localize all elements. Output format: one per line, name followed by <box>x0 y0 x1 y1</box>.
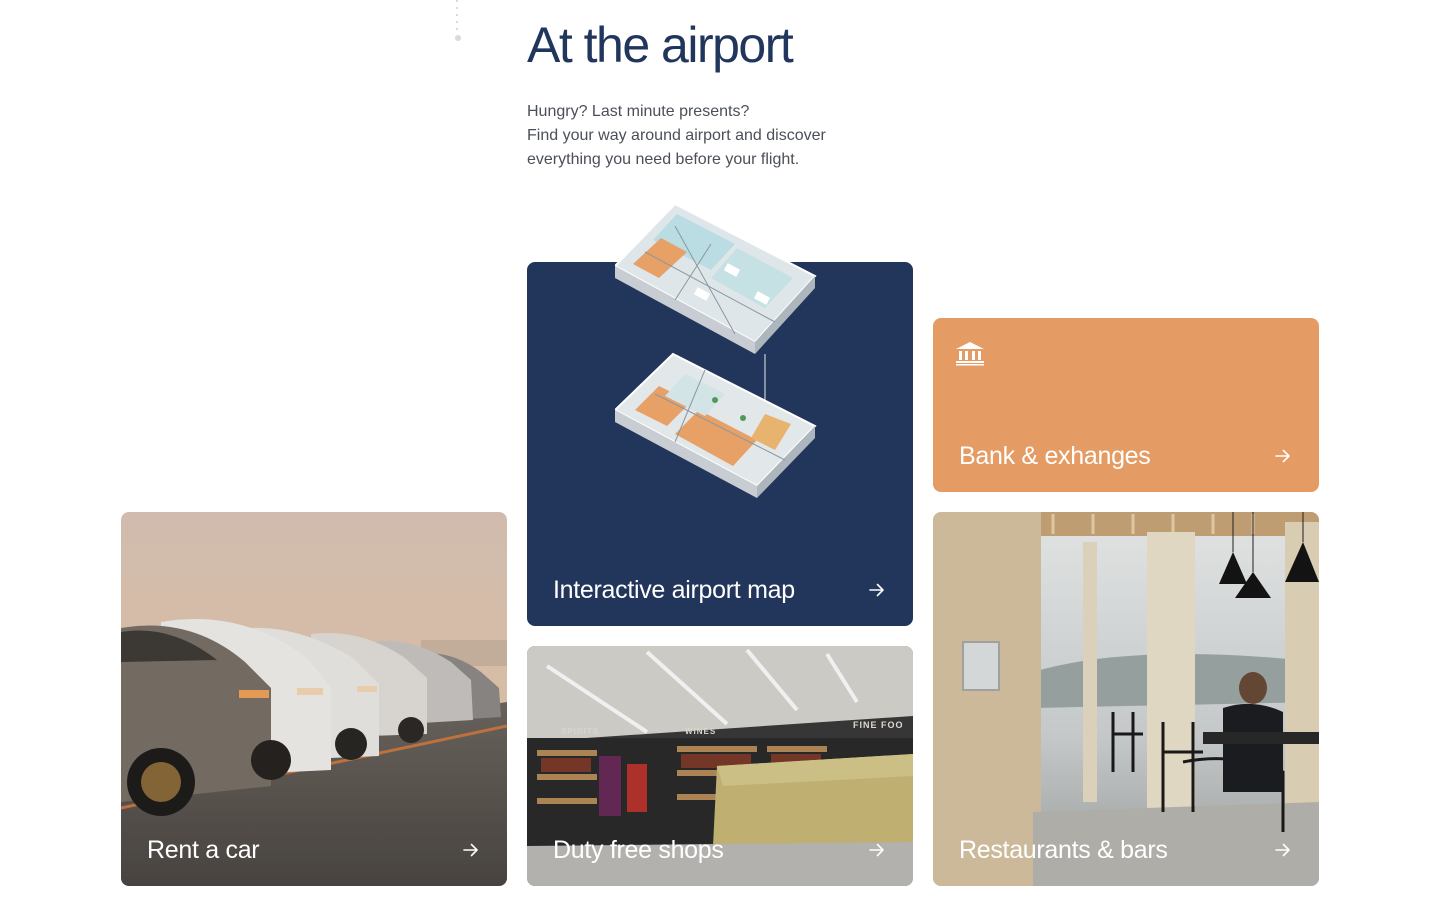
arrow-right-icon <box>869 843 884 857</box>
duty-free-card[interactable]: SPIRITS WINES FINE FOO Duty free shops <box>527 646 913 886</box>
airport-floorplan-illustration <box>615 204 817 498</box>
airport-map-label: Interactive airport map <box>553 576 795 604</box>
rent-a-car-label: Rent a car <box>147 836 260 864</box>
restaurants-card[interactable]: Restaurants & bars <box>933 512 1319 886</box>
intro-line: everything you need before your flight. <box>527 151 800 168</box>
bank-icon <box>956 342 984 366</box>
section-title: At the airport <box>527 17 794 73</box>
airport-map-card[interactable]: Interactive airport map <box>527 204 913 626</box>
decorative-dotted-line <box>455 0 461 44</box>
restaurant-photo <box>933 512 1319 886</box>
arrow-right-icon <box>463 843 478 857</box>
bank-exchange-label: Bank & exhanges <box>959 442 1151 470</box>
arrow-right-icon <box>869 583 884 597</box>
arrow-right-icon <box>1275 843 1290 857</box>
duty-free-label: Duty free shops <box>553 836 724 864</box>
rental-cars-photo <box>121 512 507 886</box>
intro-line: Find your way around airport and discove… <box>527 127 826 144</box>
restaurants-label: Restaurants & bars <box>959 836 1168 864</box>
arrow-right-icon <box>1275 449 1290 463</box>
section-intro: Hungry? Last minute presents? Find your … <box>527 100 887 172</box>
bank-exchange-card[interactable]: Bank & exhanges <box>933 318 1319 492</box>
intro-line: Hungry? Last minute presents? <box>527 103 750 120</box>
rent-a-car-card[interactable]: Rent a car <box>121 512 507 886</box>
